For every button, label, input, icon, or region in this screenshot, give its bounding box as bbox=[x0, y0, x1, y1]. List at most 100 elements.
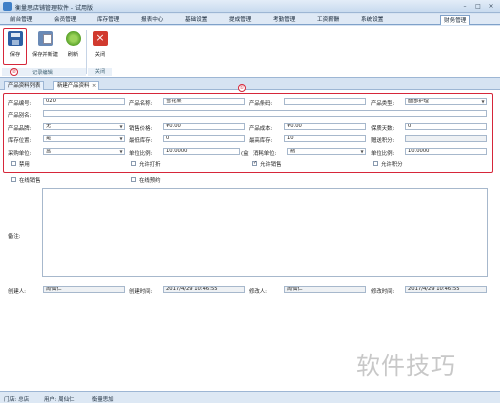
modified-time-field: 2017/4/29 10:46:55 bbox=[405, 286, 487, 293]
close-icon: × bbox=[92, 31, 108, 46]
chevron-down-icon: ▼ bbox=[119, 124, 123, 129]
tab-new-product-label: 新建产品资料 bbox=[57, 83, 90, 89]
product-type-select[interactable]: 面部护理 ▼ bbox=[405, 98, 487, 105]
label-modifier: 修改人: bbox=[249, 289, 267, 295]
label-created-time: 创建时间: bbox=[129, 289, 153, 295]
checkbox-label: 允许积分 bbox=[381, 162, 403, 168]
close-button[interactable]: × 关闭 bbox=[89, 29, 111, 62]
status-version: 衡量思加 bbox=[92, 397, 114, 403]
purchase-unit-select[interactable]: 盒 ▼ bbox=[43, 148, 125, 155]
label-unit-ratio: 单位比例: bbox=[129, 151, 153, 157]
menu-item-inventory[interactable]: 库存管理 bbox=[94, 15, 122, 25]
chevron-down-icon: ▼ bbox=[119, 136, 123, 141]
label-sale-price: 销售价格: bbox=[129, 126, 153, 132]
label-stock-location: 库存位置: bbox=[8, 138, 32, 144]
tab-product-list[interactable]: 产品资料列表 bbox=[4, 81, 45, 90]
menu-item-reports[interactable]: 报表中心 bbox=[138, 15, 166, 25]
label-purchase-unit: 采购单位: bbox=[8, 151, 32, 157]
app-logo-icon bbox=[3, 2, 12, 11]
label-min-stock: 最低库存: bbox=[129, 138, 153, 144]
menu-item-attendance[interactable]: 考勤管理 bbox=[270, 15, 298, 25]
checkbox-label: 允许打折 bbox=[139, 162, 161, 168]
tab-new-product[interactable]: 新建产品资料 × bbox=[53, 81, 100, 90]
label-product-code: 产品编号: bbox=[8, 101, 32, 107]
barcode-input[interactable] bbox=[284, 98, 366, 105]
created-time-field: 2017/4/29 10:46:55 bbox=[163, 286, 245, 293]
warranty-days-input[interactable]: 0 bbox=[405, 123, 487, 130]
product-name-input[interactable]: 雪花果 bbox=[163, 98, 245, 105]
memo-textarea[interactable] bbox=[42, 188, 488, 277]
menu-item-finance[interactable]: 财务管理 bbox=[440, 15, 471, 25]
purchase-unit-value: 盒 bbox=[46, 148, 52, 154]
label-consume-unit: 消耗单位: bbox=[253, 151, 277, 157]
form-highlight-box bbox=[3, 93, 493, 173]
status-user: 用户: 周仙仁 bbox=[44, 397, 75, 403]
group-label-close: 关闭 bbox=[88, 68, 112, 76]
product-code-input[interactable]: 020 bbox=[43, 98, 125, 105]
save-and-new-button[interactable]: 保存并新建 bbox=[30, 29, 60, 62]
menu-item-system[interactable]: 系统设置 bbox=[358, 15, 386, 25]
label-unit-ratio-2: 单位比例: bbox=[371, 151, 395, 157]
stock-location-value: 是 bbox=[46, 135, 52, 141]
stock-location-select[interactable]: 是 ▼ bbox=[43, 135, 125, 142]
minimize-button[interactable]: – bbox=[459, 2, 471, 11]
brand-value: 无 bbox=[46, 123, 52, 129]
refresh-icon bbox=[65, 31, 81, 46]
checkbox-label: 在线销售 bbox=[19, 178, 41, 184]
checkbox-box bbox=[131, 177, 136, 182]
label-product-name: 产品名称: bbox=[129, 101, 153, 107]
checkbox-box bbox=[373, 161, 378, 166]
refresh-button[interactable]: 刷新 bbox=[62, 29, 84, 62]
sale-price-input[interactable]: ¥0.00 bbox=[163, 123, 245, 130]
unit-ratio-input[interactable]: 10.0000 bbox=[163, 148, 240, 155]
chevron-down-icon: ▼ bbox=[481, 99, 485, 104]
save-new-icon bbox=[37, 31, 53, 46]
checkbox-label: 禁用 bbox=[19, 162, 30, 168]
chevron-down-icon: ▼ bbox=[119, 149, 123, 154]
title-bar: 衡量思店铺管理软件 - 试用版 – □ × bbox=[0, 0, 500, 13]
maximize-button[interactable]: □ bbox=[472, 2, 484, 11]
checkbox-box bbox=[11, 161, 16, 166]
menu-item-commission[interactable]: 提成管理 bbox=[226, 15, 254, 25]
annotation-marker-2: ② bbox=[10, 68, 18, 76]
label-memo: 备注: bbox=[8, 234, 21, 240]
save-highlight-box bbox=[3, 28, 27, 65]
menu-item-members[interactable]: 会员管理 bbox=[51, 15, 79, 25]
chevron-down-icon: ▼ bbox=[360, 149, 364, 154]
unit-ratio-2-input[interactable]: 10.0000 bbox=[405, 148, 487, 155]
watermark: 软件技巧 bbox=[356, 352, 456, 380]
min-stock-input[interactable]: 0 bbox=[163, 135, 245, 142]
consume-unit-value: 瓶 bbox=[290, 148, 296, 154]
label-barcode: 产品条码: bbox=[249, 101, 273, 107]
product-form: ① 产品编号: 020 产品名称: 雪花果 产品条码: 产品类型: 面部护理 ▼… bbox=[0, 84, 500, 391]
group-separator bbox=[86, 30, 87, 74]
window-title: 衡量思店铺管理软件 - 试用版 bbox=[15, 5, 93, 12]
document-tabs: 产品资料列表 新建产品资料 × bbox=[0, 79, 500, 90]
close-label: 关闭 bbox=[94, 52, 106, 58]
bonus-points-input[interactable] bbox=[405, 135, 487, 142]
menu-item-payroll[interactable]: 工资薪酬 bbox=[314, 15, 342, 25]
unit-ratio-suffix: (盒 bbox=[241, 151, 249, 157]
alias-input[interactable] bbox=[43, 110, 487, 117]
cost-input[interactable]: ¥0.00 bbox=[284, 123, 366, 130]
consume-unit-select[interactable]: 瓶 ▼ bbox=[287, 148, 366, 155]
creator-field: 周仙仁 bbox=[43, 286, 125, 293]
menu-bar: 前台管理 会员管理 库存管理 报表中心 基础设置 提成管理 考勤管理 工资薪酬 … bbox=[0, 14, 500, 25]
check-mark-icon: ✓ bbox=[252, 160, 258, 166]
label-max-stock: 最高库存: bbox=[249, 138, 273, 144]
menu-item-front[interactable]: 前台管理 bbox=[7, 15, 35, 25]
label-product-type: 产品类型: bbox=[371, 101, 395, 107]
save-and-new-label: 保存并新建 bbox=[32, 52, 58, 58]
menu-item-basic-settings[interactable]: 基础设置 bbox=[182, 15, 210, 25]
label-creator: 创建人: bbox=[8, 289, 26, 295]
label-cost: 产品成本: bbox=[249, 126, 273, 132]
label-brand: 产品品牌: bbox=[8, 126, 32, 132]
brand-select[interactable]: 无 ▼ bbox=[43, 123, 125, 130]
close-window-button[interactable]: × bbox=[485, 2, 497, 11]
label-warranty-days: 保质天数: bbox=[371, 126, 395, 132]
label-bonus-points: 赠送积分: bbox=[371, 138, 395, 144]
checkbox-box bbox=[11, 177, 16, 182]
checkbox-label: 允许销售 bbox=[260, 162, 282, 168]
max-stock-input[interactable]: 10 bbox=[284, 135, 366, 142]
label-alias: 产品别名: bbox=[8, 113, 32, 119]
